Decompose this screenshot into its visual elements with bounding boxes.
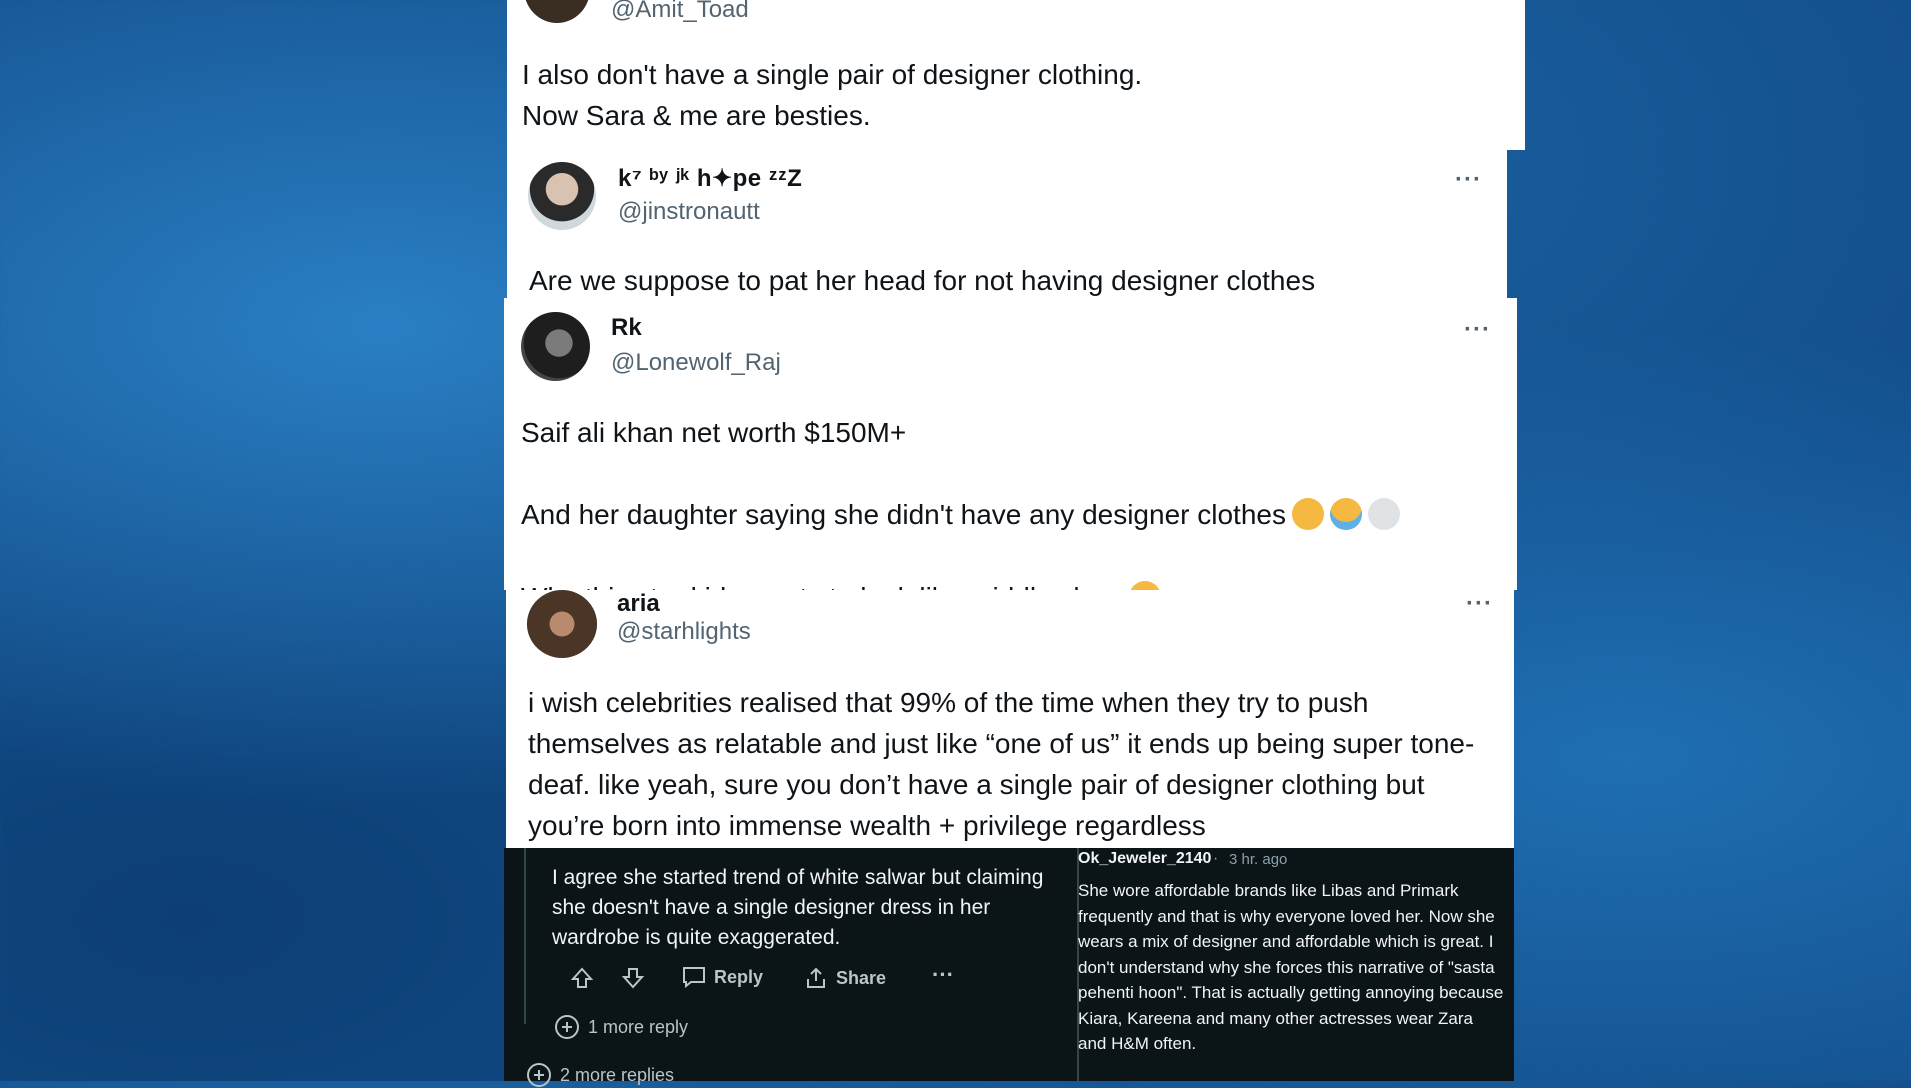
reddit-comments: I agree she started trend of white salwa… xyxy=(504,848,1514,1087)
tweet-display-name[interactable]: aria xyxy=(617,590,660,618)
share-label: Share xyxy=(836,967,887,988)
downvote-icon xyxy=(621,968,645,989)
tweet-display-name[interactable]: Rk xyxy=(611,314,642,342)
thread-line xyxy=(524,848,526,1024)
tweet-text: Are we suppose to pat her head for not h… xyxy=(529,265,1316,296)
more-replies-label: 2 more replies xyxy=(560,1064,675,1085)
avatar[interactable] xyxy=(527,590,597,658)
more-replies-link[interactable]: 2 more replies xyxy=(526,1062,674,1088)
comment-text: She wore affordable brands like Libas an… xyxy=(1078,881,1504,1053)
skull-emoji xyxy=(1367,498,1400,530)
tweet-display-name[interactable]: k⁷ ᵇʸ ʲᵏ h✦pe ᶻᶻZ xyxy=(618,164,802,193)
reply-label: Reply xyxy=(714,966,764,987)
tweet-handle[interactable]: @Amit_Toad xyxy=(611,0,749,24)
tweet-amit: @Amit_Toad I also don't have a single pa… xyxy=(507,0,1525,150)
sick-emoji xyxy=(1291,498,1324,530)
more-dots-icon[interactable]: ··· xyxy=(1455,166,1482,194)
more-options-button[interactable]: ··· xyxy=(932,962,954,988)
more-dots-icon[interactable]: ··· xyxy=(1466,590,1493,618)
comment-username[interactable]: Ok_Jeweler_2140 xyxy=(1078,850,1211,868)
plus-circle-icon xyxy=(527,1063,551,1087)
comment-icon xyxy=(683,967,705,988)
comment-text: I agree she started trend of white salwa… xyxy=(552,866,1044,949)
tweet-jinstronautt: k⁷ ᵇʸ ʲᵏ h✦pe ᶻᶻZ @jinstronautt ··· Are … xyxy=(507,150,1507,298)
tweet-text: i wish celebrities realised that 99% of … xyxy=(528,687,1475,841)
tweet-text-line2: And her daughter saying she didn't have … xyxy=(521,453,1400,535)
upvote-button[interactable] xyxy=(570,966,594,990)
crying-emoji xyxy=(1329,498,1362,530)
more-dots-icon[interactable]: ··· xyxy=(1464,316,1491,344)
more-reply-label: 1 more reply xyxy=(588,1016,689,1037)
reply-button[interactable]: Reply xyxy=(682,966,763,988)
more-reply-link[interactable]: 1 more reply xyxy=(554,1014,688,1040)
tweet-handle[interactable]: @starhlights xyxy=(617,618,751,646)
upvote-icon xyxy=(570,967,594,988)
comment-dot: · xyxy=(1213,850,1219,867)
comment-time: 3 hr. ago xyxy=(1229,851,1288,868)
share-icon xyxy=(807,967,825,988)
tweet-text-line1: Saif ali khan net worth $150M+ xyxy=(521,417,907,448)
plus-circle-icon xyxy=(555,1015,579,1039)
tweet-handle[interactable]: @Lonewolf_Raj xyxy=(611,349,781,377)
tweet-handle[interactable]: @jinstronautt xyxy=(618,198,760,226)
tweet-lonewolf: Rk @Lonewolf_Raj ··· Saif ali khan net w… xyxy=(504,298,1517,613)
share-button[interactable]: Share xyxy=(804,966,886,990)
tweet-starhlights: aria @starhlights ··· i wish celebrities… xyxy=(506,590,1514,848)
avatar[interactable] xyxy=(528,162,596,230)
tweet-text-line2-text: And her daughter saying she didn't have … xyxy=(521,499,1286,530)
avatar[interactable] xyxy=(524,0,590,23)
avatar[interactable] xyxy=(521,312,590,381)
tweet-text: I also don't have a single pair of desig… xyxy=(522,59,1143,131)
downvote-button[interactable] xyxy=(621,966,645,990)
